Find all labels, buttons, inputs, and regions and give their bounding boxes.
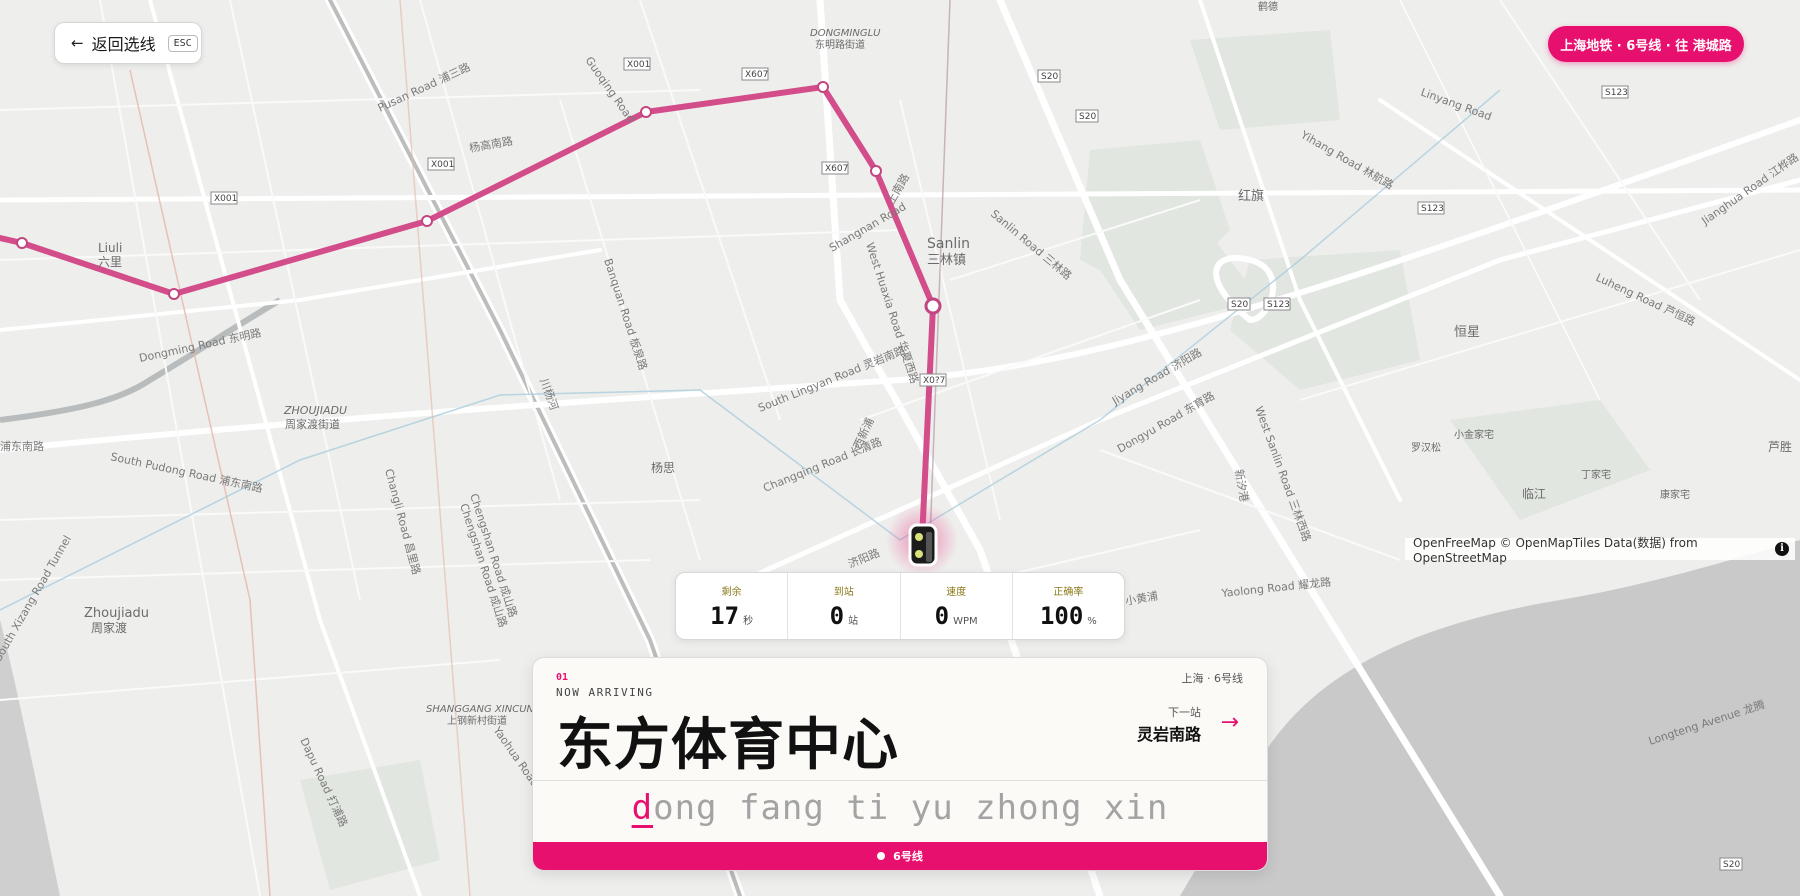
stat-label: 到站 — [833, 587, 854, 598]
map-place-label: Zhoujiadu — [84, 606, 149, 621]
map-place-label: 丁家宅 — [1581, 468, 1611, 481]
station-marker[interactable] — [870, 165, 882, 177]
map-attribution: OpenFreeMap © OpenMapTiles Data(数据) from… — [1405, 536, 1795, 565]
station-marker[interactable] — [421, 215, 433, 227]
stat-unit: 秒 — [743, 616, 754, 627]
map-road-label: 浦东南路 — [0, 440, 44, 453]
map-place-label: 红旗 — [1238, 188, 1264, 204]
map-place-label: 芦胜 — [1768, 439, 1792, 454]
svg-text:X001: X001 — [214, 194, 237, 204]
back-button-label: 返回选线 — [91, 35, 156, 54]
svg-text:X0?7: X0?7 — [923, 376, 945, 386]
stat-value: 0 — [934, 602, 950, 630]
back-to-line-select-button[interactable]: ← 返回选线 ESC — [54, 22, 202, 64]
svg-text:S123: S123 — [1267, 300, 1290, 310]
stat-unit: 站 — [848, 616, 859, 627]
stat-accuracy: 正确率 100 % — [1013, 573, 1124, 639]
road-shield: S123 — [1601, 85, 1629, 99]
map-place-label: Sanlin — [927, 236, 970, 252]
next-station-name: 灵岩南路 — [1136, 725, 1201, 744]
footer-line-label: 6号线 — [893, 850, 923, 863]
city-line-label: 上海 · 6号线 — [1181, 672, 1244, 685]
stat-speed: 速度 0 WPM — [901, 573, 1013, 639]
map-place-label: ZHOUJIADU — [283, 404, 347, 417]
station-marker[interactable] — [640, 106, 652, 118]
svg-text:S123: S123 — [1421, 204, 1444, 214]
road-shield: S20 — [1037, 69, 1061, 83]
pinyin-typed: d — [631, 788, 654, 828]
road-shield: S20 — [1719, 857, 1743, 871]
map-place-label: 恒星 — [1454, 325, 1480, 340]
stat-label: 剩余 — [721, 587, 742, 598]
svg-text:S20: S20 — [1723, 860, 1740, 870]
station-index: 01 — [556, 672, 569, 683]
stat-label: 速度 — [946, 587, 967, 598]
map-place-label: 临江 — [1522, 487, 1546, 501]
svg-text:X001: X001 — [431, 160, 454, 170]
svg-text:X607: X607 — [825, 164, 848, 174]
road-shield: S123 — [1417, 201, 1445, 215]
pinyin-typing-input[interactable]: dong fang ti yu zhong xin — [533, 788, 1267, 828]
svg-text:X607: X607 — [745, 70, 768, 80]
road-shield: X001 — [427, 157, 455, 171]
map-place-label: 小金家宅 — [1454, 428, 1494, 441]
svg-text:S20: S20 — [1041, 72, 1058, 82]
pinyin-remaining: ong fang ti yu zhong xin — [653, 788, 1169, 828]
next-station-label: 下一站 — [1168, 706, 1201, 719]
road-shield: S20 — [1075, 109, 1099, 123]
stat-value: 17 — [710, 602, 740, 630]
stat-stations-reached: 到站 0 站 — [788, 573, 901, 639]
stat-unit: % — [1087, 616, 1097, 627]
map-place-label: 周家渡街道 — [285, 417, 340, 431]
stat-remaining-time: 剩余 17 秒 — [676, 573, 789, 639]
map-place-label: 上钢新村街道 — [447, 714, 507, 727]
card-divider — [533, 780, 1267, 781]
station-marker[interactable] — [16, 237, 28, 249]
typing-stats-panel: 剩余 17 秒 到站 0 站 速度 0 WPM 正确率 100 % — [675, 572, 1125, 640]
stat-value: 0 — [829, 602, 845, 630]
map-place-label: 周家渡 — [91, 620, 127, 635]
map-place-label: 杨思 — [651, 460, 675, 475]
arrow-left-icon: ← — [71, 34, 84, 52]
line-dot-icon — [877, 852, 886, 860]
station-name: 东方体育中心 — [557, 713, 899, 778]
map-place-label: SHANGGANG XINCUN — [426, 704, 535, 715]
stat-unit: WPM — [953, 616, 978, 627]
info-icon[interactable]: i — [1775, 542, 1789, 556]
map-place-label: 三林镇 — [927, 253, 966, 268]
esc-shortcut-badge: ESC — [167, 34, 198, 52]
line-direction-badge: 上海地铁 · 6号线 · 往 港城路 — [1548, 26, 1744, 62]
stat-value: 100 — [1039, 602, 1084, 630]
map-place-label: 东明路街道 — [815, 38, 865, 51]
arrow-right-icon: → — [1220, 710, 1239, 735]
map-place-label: 罗汉松 — [1411, 441, 1441, 454]
map-place-label: 鹤德 — [1258, 0, 1278, 13]
road-shield: X607 — [741, 67, 769, 81]
arrival-status: NOW ARRIVING — [556, 686, 654, 699]
road-shield: S20 — [1227, 297, 1251, 311]
map-place-label: 六里 — [98, 255, 122, 269]
road-shield: X0?7 — [919, 373, 947, 387]
station-card: 01 NOW ARRIVING 上海 · 6号线 东方体育中心 下一站 灵岩南路… — [532, 657, 1268, 871]
train-icon — [908, 523, 938, 567]
road-shield: X001 — [210, 191, 238, 205]
road-shield: S123 — [1263, 297, 1291, 311]
stat-label: 正确率 — [1053, 587, 1084, 598]
svg-text:S123: S123 — [1605, 88, 1628, 98]
svg-text:S20: S20 — [1079, 112, 1096, 122]
station-marker[interactable] — [817, 81, 829, 93]
road-shield: X001 — [623, 57, 651, 71]
map-place-label: 康家宅 — [1660, 488, 1690, 501]
station-marker[interactable] — [168, 288, 180, 300]
map-place-label: Liuli — [98, 241, 122, 255]
station-marker-large[interactable] — [924, 297, 942, 315]
map-place-label: DONGMINGLU — [810, 28, 881, 39]
attribution-text[interactable]: OpenFreeMap © OpenMapTiles Data(数据) from… — [1413, 534, 1795, 565]
svg-text:X001: X001 — [627, 60, 650, 70]
svg-text:S20: S20 — [1231, 300, 1248, 310]
line-footer-bar: 6号线 — [533, 842, 1267, 870]
road-shield: X607 — [821, 161, 849, 175]
